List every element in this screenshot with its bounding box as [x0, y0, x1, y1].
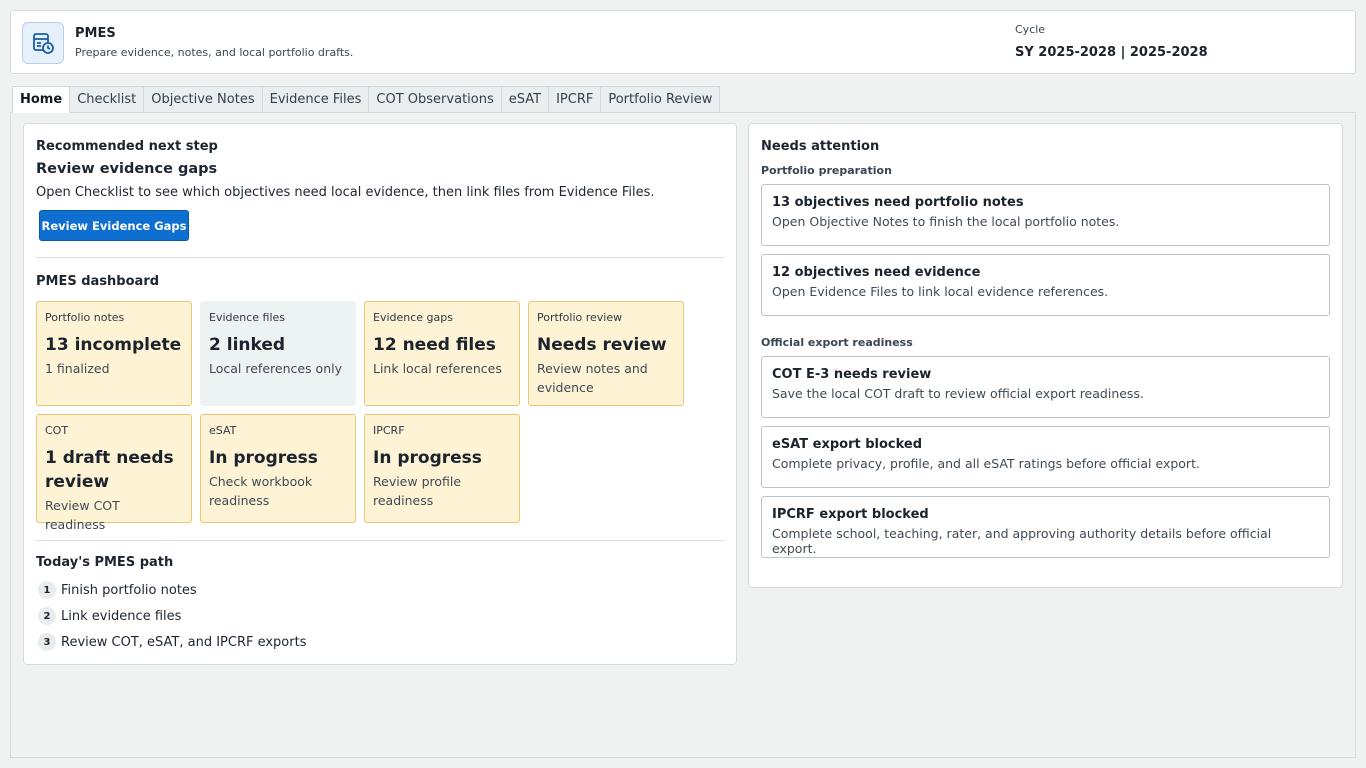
card-sub: Local references only: [209, 361, 342, 376]
attention-item-title: COT E-3 needs review: [772, 367, 932, 382]
app-subtitle: Prepare evidence, notes, and local portf…: [75, 46, 354, 59]
card-sub: Review profile readiness: [373, 474, 462, 508]
calendar-clock-icon: [22, 22, 64, 64]
dashboard-heading: PMES dashboard: [36, 274, 160, 289]
card-sub: Link local references: [373, 361, 502, 376]
recommended-heading: Recommended next step: [36, 139, 218, 154]
recommended-title: Review evidence gaps: [36, 161, 218, 177]
card-cot[interactable]: COT 1 draft needs review Review COT read…: [36, 414, 192, 532]
step-label: Review COT, eSAT, and IPCRF exports: [61, 634, 307, 650]
path-step: 3 Review COT, eSAT, and IPCRF exports: [38, 633, 306, 651]
tab-ipcrf[interactable]: IPCRF: [549, 86, 602, 113]
tab-objective-notes[interactable]: Objective Notes: [144, 86, 263, 113]
card-sub: Check workbook readiness: [209, 474, 313, 508]
card-sub: Review notes and evidence: [537, 361, 648, 395]
card-label: Portfolio review: [537, 311, 623, 324]
card-portfolio-review[interactable]: Portfolio review Needs review Review not…: [528, 301, 684, 406]
card-esat[interactable]: eSAT In progress Check workbook readines…: [200, 414, 356, 523]
attention-item-description: Complete privacy, profile, and all eSAT …: [772, 456, 1200, 471]
card-sub: 1 finalized: [45, 361, 110, 376]
attention-item[interactable]: COT E-3 needs review Save the local COT …: [761, 356, 1330, 418]
step-number-badge: 3: [38, 633, 56, 651]
step-number-badge: 2: [38, 607, 56, 625]
tab-portfolio-review[interactable]: Portfolio Review: [601, 86, 721, 113]
attention-item-title: eSAT export blocked: [772, 437, 923, 452]
card-value: 2 linked: [209, 335, 286, 355]
card-ipcrf[interactable]: IPCRF In progress Review profile readine…: [364, 414, 520, 523]
group-label-official-export-readiness: Official export readiness: [761, 336, 913, 349]
card-label: Portfolio notes: [45, 311, 125, 324]
home-panel: Recommended next step Review evidence ga…: [23, 123, 737, 665]
attention-item[interactable]: 13 objectives need portfolio notes Open …: [761, 184, 1330, 246]
cycle-label: Cycle: [1015, 23, 1046, 36]
card-label: IPCRF: [373, 424, 405, 437]
tab-cot-observations[interactable]: COT Observations: [369, 86, 502, 113]
step-label: Finish portfolio notes: [61, 582, 197, 598]
app-title: PMES: [75, 26, 116, 41]
path-step: 1 Finish portfolio notes: [38, 581, 197, 599]
attention-item-description: Complete school, teaching, rater, and ap…: [772, 526, 1272, 556]
app-header: PMES Prepare evidence, notes, and local …: [10, 10, 1356, 74]
attention-item-title: 13 objectives need portfolio notes: [772, 195, 1024, 210]
path-heading: Today's PMES path: [36, 555, 174, 570]
card-evidence-files[interactable]: Evidence files 2 linked Local references…: [200, 301, 356, 406]
card-label: Evidence files: [209, 311, 286, 324]
card-value: In progress: [373, 448, 482, 468]
attention-item-title: 12 objectives need evidence: [772, 265, 981, 280]
card-value: In progress: [209, 448, 318, 468]
cycle-value: SY 2025-2028 | 2025-2028: [1015, 45, 1208, 60]
step-number-badge: 1: [38, 581, 56, 599]
path-step: 2 Link evidence files: [38, 607, 181, 625]
recommended-description: Open Checklist to see which objectives n…: [36, 185, 655, 200]
card-value: 1 draft needs review: [45, 448, 174, 492]
review-evidence-gaps-button[interactable]: Review Evidence Gaps: [39, 210, 189, 241]
group-label-portfolio-preparation: Portfolio preparation: [761, 164, 892, 177]
tab-evidence-files[interactable]: Evidence Files: [262, 86, 370, 113]
divider: [36, 540, 724, 541]
step-label: Link evidence files: [61, 608, 182, 624]
attention-item[interactable]: 12 objectives need evidence Open Evidenc…: [761, 254, 1330, 316]
card-label: COT: [45, 424, 69, 437]
card-evidence-gaps[interactable]: Evidence gaps 12 need files Link local r…: [364, 301, 520, 406]
card-value: 13 incomplete: [45, 335, 182, 355]
card-value: 12 need files: [373, 335, 496, 355]
attention-item-description: Open Evidence Files to link local eviden…: [772, 284, 1109, 299]
card-label: Evidence gaps: [373, 311, 453, 324]
card-label: eSAT: [209, 424, 237, 437]
card-sub: Review COT readiness: [45, 498, 120, 532]
tab-home[interactable]: Home: [12, 86, 71, 113]
needs-attention-panel: Needs attention Portfolio preparation 13…: [748, 123, 1343, 588]
tab-checklist[interactable]: Checklist: [70, 86, 145, 113]
attention-item-description: Open Objective Notes to finish the local…: [772, 214, 1120, 229]
attention-item[interactable]: eSAT export blocked Complete privacy, pr…: [761, 426, 1330, 488]
card-portfolio-notes[interactable]: Portfolio notes 13 incomplete 1 finalize…: [36, 301, 192, 406]
card-value: Needs review: [537, 335, 667, 355]
attention-item[interactable]: IPCRF export blocked Complete school, te…: [761, 496, 1330, 558]
tab-esat[interactable]: eSAT: [501, 86, 550, 113]
tab-bar: Home Checklist Objective Notes Evidence …: [12, 86, 721, 113]
divider: [36, 257, 724, 258]
needs-attention-heading: Needs attention: [761, 139, 880, 154]
attention-item-description: Save the local COT draft to review offic…: [772, 386, 1144, 401]
attention-item-title: IPCRF export blocked: [772, 507, 929, 522]
